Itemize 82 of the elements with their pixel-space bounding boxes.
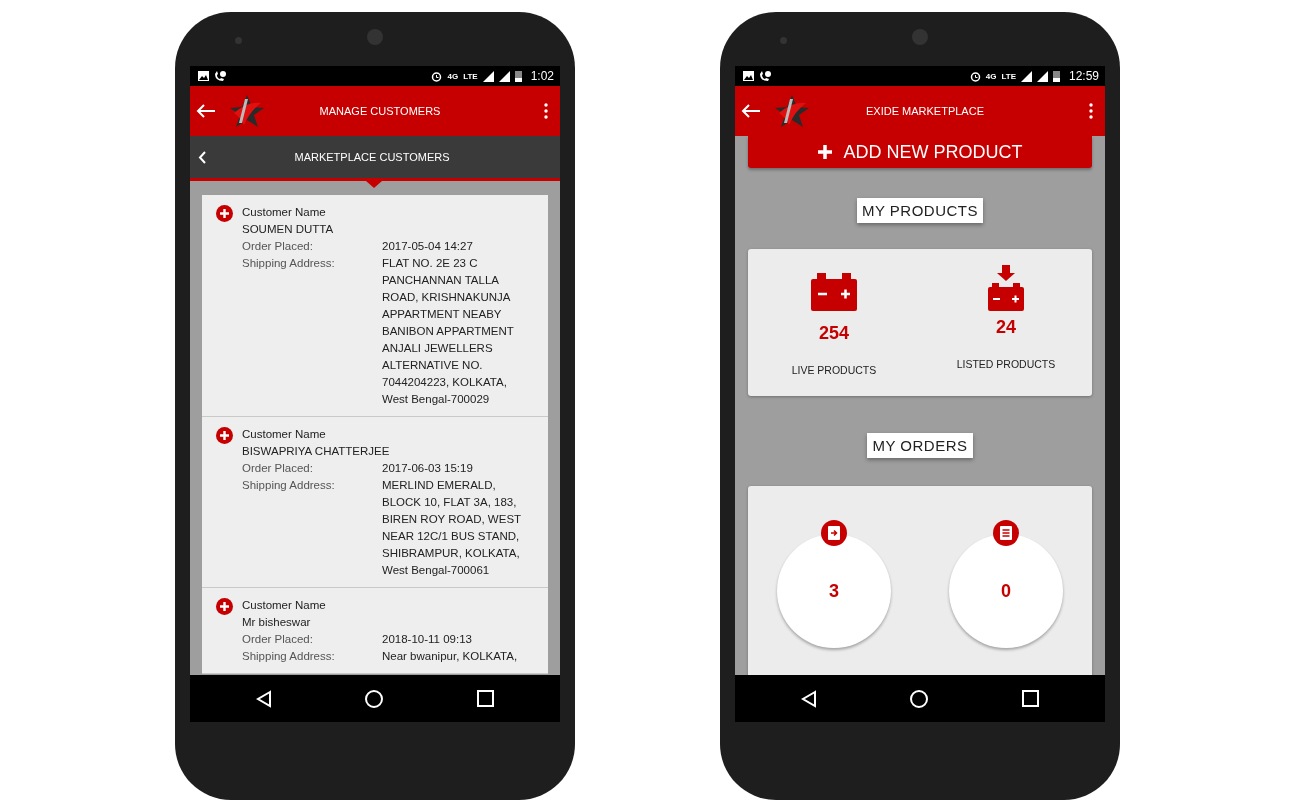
back-nav-icon[interactable] <box>256 689 273 708</box>
home-nav-icon[interactable] <box>364 688 385 709</box>
customer-name: Mr bisheswar <box>242 615 312 630</box>
field-value: 2018-10-11 09:13 <box>382 632 472 647</box>
field-label: Customer Name <box>242 427 327 442</box>
stat-value: 3 <box>829 580 839 602</box>
more-options-icon[interactable] <box>1089 103 1093 119</box>
signal-icon <box>1036 70 1048 82</box>
app-bar-title: MANAGE CUSTOMERS <box>318 105 442 117</box>
back-arrow-icon[interactable] <box>741 103 761 119</box>
more-options-icon[interactable] <box>544 103 548 119</box>
logo-icon <box>228 93 266 129</box>
section-heading: MY ORDERS <box>867 433 973 458</box>
field-value: FLAT NO. 2E 23 C <box>382 256 479 271</box>
status-time: 1:02 <box>530 69 554 83</box>
order-list-icon <box>1000 526 1012 540</box>
recents-nav-icon[interactable] <box>476 690 494 707</box>
field-value: ROAD, KRISHNAKUNJA <box>382 290 512 305</box>
battery-icon <box>514 70 522 82</box>
app-bar-title: EXIDE MARKETPLACE <box>865 105 985 117</box>
add-icon[interactable] <box>216 598 233 615</box>
network-label: 4G <box>447 71 459 81</box>
field-label: Order Placed: <box>242 239 314 254</box>
alarm-icon <box>431 70 443 82</box>
recents-nav-icon[interactable] <box>1021 690 1039 707</box>
field-value: ANJALI JEWELLERS <box>382 341 494 356</box>
field-value: BLOCK 10, FLAT 3A, 183, <box>382 495 518 510</box>
add-icon[interactable] <box>216 205 233 222</box>
field-label: Shipping Address: <box>242 649 336 664</box>
plus-icon <box>817 145 832 159</box>
customer-name: BISWAPRIYA CHATTERJEE <box>242 444 391 459</box>
home-nav-icon[interactable] <box>909 688 930 709</box>
field-value: ALTERNATIVE NO. <box>382 358 484 373</box>
stat-value: 24 <box>996 317 1016 338</box>
signal-icon <box>498 70 510 82</box>
field-label: Customer Name <box>242 598 327 613</box>
field-value: 2017-06-03 15:19 <box>382 461 473 476</box>
stat-value: 0 <box>1001 580 1011 602</box>
logo-icon <box>773 93 811 129</box>
field-value: BIREN ROY ROAD, WEST <box>382 512 522 527</box>
battery-icon <box>1052 70 1060 82</box>
add-icon[interactable] <box>216 427 233 444</box>
stat-label: LISTED PRODUCTS <box>956 358 1056 370</box>
battery-download-icon <box>988 265 1024 311</box>
order-accept-icon <box>828 526 840 540</box>
section-heading: MY PRODUCTS <box>856 198 984 223</box>
field-value: PANCHANNAN TALLA <box>382 273 500 288</box>
field-value: APPARTMENT NEABY <box>382 307 503 322</box>
field-label: Order Placed: <box>242 461 314 476</box>
field-value: NEAR 12C/1 BUS STAND, <box>382 529 521 544</box>
status-time: 12:59 <box>1068 69 1099 83</box>
battery-icon <box>811 273 857 311</box>
field-value: 2017-05-04 14:27 <box>382 239 473 254</box>
network-label: LTE <box>463 71 478 81</box>
chevron-left-icon[interactable] <box>198 150 206 164</box>
field-label: Shipping Address: <box>242 256 336 271</box>
back-nav-icon[interactable] <box>801 689 818 708</box>
field-value: 7044204223, KOLKATA, <box>382 375 508 390</box>
alarm-icon <box>969 70 981 82</box>
add-product-button[interactable]: ADD NEW PRODUCT <box>748 136 1092 168</box>
network-label: 4G <box>985 71 997 81</box>
call-icon <box>759 70 771 82</box>
field-value: SHIBRAMPUR, KOLKATA, <box>382 546 521 561</box>
signal-icon <box>1020 70 1032 82</box>
field-value: Near bwanipur, KOLKATA, <box>382 649 518 664</box>
image-icon <box>198 71 209 81</box>
field-value: MERLIND EMERALD, <box>382 478 497 493</box>
field-label: Order Placed: <box>242 632 314 647</box>
section-title: MARKETPLACE CUSTOMERS <box>293 151 451 163</box>
stat-label: LIVE PRODUCTS <box>791 364 877 376</box>
network-label: LTE <box>1001 71 1016 81</box>
image-icon <box>743 71 754 81</box>
back-arrow-icon[interactable] <box>196 103 216 119</box>
signal-icon <box>482 70 494 82</box>
field-value: West Bengal-700029 <box>382 392 491 407</box>
field-value: BANIBON APPARTMENT <box>382 324 514 339</box>
call-icon <box>214 70 226 82</box>
field-label: Shipping Address: <box>242 478 336 493</box>
stat-value: 254 <box>818 323 849 344</box>
field-value: West Bengal-700061 <box>382 563 491 578</box>
customer-name: SOUMEN DUTTA <box>242 222 335 237</box>
field-label: Customer Name <box>242 205 327 220</box>
